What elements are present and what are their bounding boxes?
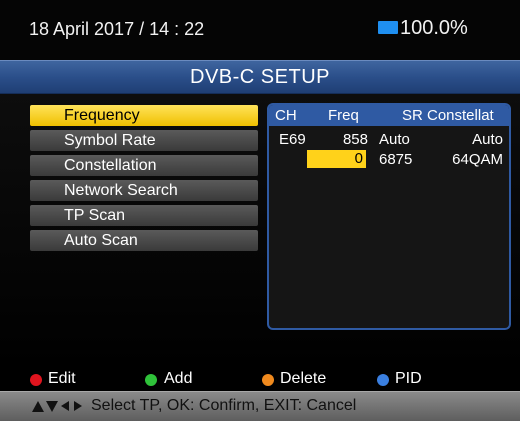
table-row[interactable]: 0 6875 64QAM (269, 149, 509, 169)
red-button-icon (30, 374, 42, 386)
hint-bar: Select TP, OK: Confirm, EXIT: Cancel (0, 391, 520, 421)
color-key-legend: Edit Add Delete PID (0, 369, 520, 391)
column-header-constellation: Constellat (427, 107, 494, 124)
table-header: CH Freq SR Constellat (269, 105, 509, 126)
column-header-sr: SR (402, 107, 423, 124)
table-row[interactable]: E69 858 Auto Auto (269, 129, 509, 149)
edit-label: Edit (48, 370, 76, 387)
column-header-ch: CH (275, 107, 297, 124)
green-button-icon (145, 374, 157, 386)
arrow-keys-icon (32, 401, 82, 412)
cell-ch: E69 (279, 131, 306, 148)
setup-menu: Frequency Symbol Rate Constellation Netw… (30, 105, 258, 255)
tp-list-panel: CH Freq SR Constellat E69 858 Auto Auto … (267, 103, 511, 330)
battery-icon (378, 21, 398, 34)
menu-item-frequency[interactable]: Frequency (30, 105, 258, 126)
title-bar: DVB-C SETUP (0, 60, 520, 94)
delete-label: Delete (280, 370, 327, 387)
menu-item-auto-scan[interactable]: Auto Scan (30, 230, 258, 251)
orange-button-icon (262, 374, 274, 386)
menu-item-network-search[interactable]: Network Search (30, 180, 258, 201)
status-bar: 18 April 2017 / 14 : 22 100.0% (0, 0, 520, 60)
cell-sr: 6875 (379, 151, 413, 168)
cell-freq: 858 (342, 131, 368, 148)
add-label: Add (164, 370, 193, 387)
menu-item-symbol-rate[interactable]: Symbol Rate (30, 130, 258, 151)
blue-button-icon (377, 374, 389, 386)
frequency-input[interactable]: 0 (307, 150, 366, 168)
menu-item-constellation[interactable]: Constellation (30, 155, 258, 176)
datetime: 18 April 2017 / 14 : 22 (29, 19, 205, 39)
battery-level: 100.0% (400, 17, 468, 39)
hint-text: Select TP, OK: Confirm, EXIT: Cancel (91, 397, 357, 414)
column-header-freq: Freq (328, 107, 359, 124)
page-title: DVB-C SETUP (190, 66, 330, 88)
menu-item-tp-scan[interactable]: TP Scan (30, 205, 258, 226)
cell-constellation: 64QAM (452, 151, 503, 168)
pid-label: PID (395, 370, 422, 387)
cell-sr: Auto (379, 131, 410, 148)
cell-constellation: Auto (472, 131, 503, 148)
